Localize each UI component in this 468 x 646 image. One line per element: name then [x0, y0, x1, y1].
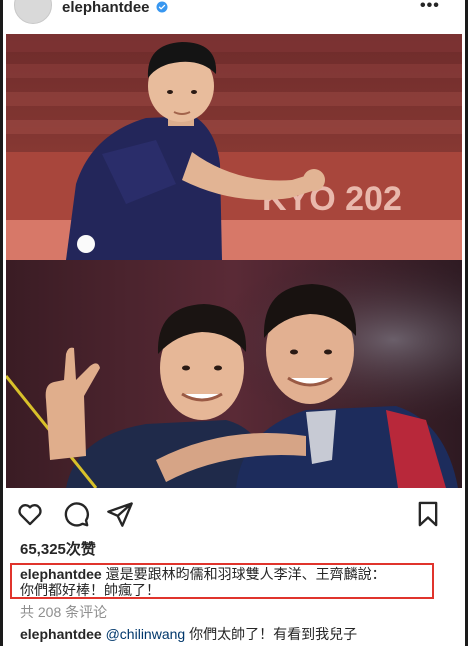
caption-line-1: elephantdee 還是要跟林昀儒和羽球雙人李洋、王齊麟說：	[20, 566, 386, 582]
action-bar	[0, 500, 468, 530]
post-header: elephantdee •••	[0, 0, 468, 28]
comment-username[interactable]: elephantdee	[20, 626, 102, 642]
verified-badge-icon	[156, 1, 168, 13]
more-options-button[interactable]: •••	[420, 0, 440, 14]
comment-text: 你們太帥了！有看到我兒子	[189, 626, 358, 642]
post-photo-bottom[interactable]	[6, 260, 462, 488]
bookmark-icon[interactable]	[414, 500, 442, 528]
like-count[interactable]: 65,325次赞	[20, 541, 96, 559]
paper-plane-icon[interactable]	[106, 500, 134, 528]
heart-icon[interactable]	[16, 500, 44, 528]
view-comments-link[interactable]: 共 208 条评论	[20, 604, 107, 620]
caption-highlight-box: elephantdee 還是要跟林昀儒和羽球雙人李洋、王齊麟說： 你們都好棒！帥…	[10, 563, 434, 599]
caption-text-1: 還是要跟林昀儒和羽球雙人李洋、王齊麟說：	[105, 566, 386, 582]
comment-mention[interactable]: @chilinwang	[106, 626, 186, 642]
left-border	[0, 0, 3, 646]
caption-line-2: 你們都好棒！帥瘋了！	[20, 582, 160, 598]
comment-row: elephantdee @chilinwang 你們太帥了！有看到我兒子	[20, 626, 357, 642]
avatar[interactable]	[14, 0, 52, 24]
post-username[interactable]: elephantdee	[62, 0, 150, 15]
badminton-photo	[6, 260, 462, 488]
table-tennis-photo: KYO 202	[6, 34, 462, 260]
caption-username[interactable]: elephantdee	[20, 566, 102, 582]
comment-bubble-icon[interactable]	[62, 500, 90, 528]
post-photo-top[interactable]: KYO 202	[6, 34, 462, 260]
